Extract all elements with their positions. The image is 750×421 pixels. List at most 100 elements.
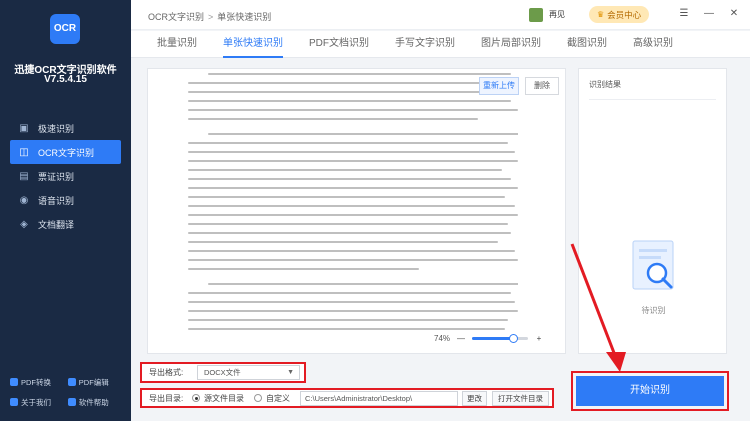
- breadcrumb-root[interactable]: OCR文字识别: [148, 12, 204, 22]
- about-link[interactable]: 关于我们: [10, 394, 65, 410]
- help-link[interactable]: 软件帮助: [67, 394, 123, 410]
- start-button-highlight: 开始识别: [571, 371, 729, 411]
- tab-advanced[interactable]: 高级识别: [620, 31, 686, 57]
- image-icon: ▣: [19, 122, 29, 134]
- document-text-line: [188, 118, 479, 120]
- minimize-icon[interactable]: —: [703, 8, 715, 19]
- vip-center-button[interactable]: ♛ 会员中心: [589, 6, 650, 23]
- tab-pdf[interactable]: PDF文档识别: [296, 31, 382, 57]
- radio-checked-icon: [192, 394, 200, 402]
- sidebar-links: PDF转换 PDF编辑 关于我们 软件帮助: [10, 374, 125, 414]
- reupload-button[interactable]: 重新上传: [479, 77, 519, 95]
- avatar[interactable]: [529, 7, 543, 22]
- document-text-line: [207, 133, 518, 135]
- window-controls: ☰ — ✕: [678, 8, 740, 19]
- ticket-icon: ▤: [19, 170, 29, 182]
- document-text-line: [188, 223, 509, 225]
- tab-handwriting[interactable]: 手写文字识别: [382, 31, 468, 57]
- mode-tabs: 批量识别 单张快速识别 PDF文档识别 手写文字识别 图片局部识别 截图识别 高…: [131, 31, 750, 58]
- document-text-line: [207, 283, 518, 285]
- app-logo: OCR: [50, 14, 80, 44]
- zoom-level: 74%: [434, 334, 451, 343]
- sidebar-nav: ▣ 极速识别 ◫ OCR文字识别 ▤ 票证识别 ◉ 语音识别 ◈ 文档翻译: [0, 116, 131, 236]
- document-text-line: [188, 214, 518, 216]
- zoom-out-button[interactable]: —: [456, 334, 466, 343]
- chevron-down-icon: ▼: [287, 369, 294, 376]
- sidebar-item-label: 票证识别: [38, 171, 75, 182]
- zoom-slider-thumb[interactable]: [508, 334, 518, 343]
- username[interactable]: 再见: [549, 9, 565, 20]
- document-text-line: [188, 310, 518, 312]
- custom-directory-radio[interactable]: 自定义: [254, 393, 290, 404]
- tab-screenshot[interactable]: 截图识别: [554, 31, 620, 57]
- zoom-slider-fill: [472, 337, 514, 340]
- document-text-line: [188, 328, 505, 330]
- export-format-label: 导出格式:: [149, 368, 184, 377]
- breadcrumb-separator: >: [208, 12, 214, 22]
- document-text-line: [188, 196, 505, 198]
- tab-single-quick[interactable]: 单张快速识别: [210, 31, 296, 58]
- translate-icon: ◈: [20, 218, 28, 230]
- document-text-line: [188, 160, 518, 162]
- document-text-line: [188, 292, 512, 294]
- start-recognition-button[interactable]: 开始识别: [576, 376, 724, 406]
- divider: [589, 99, 716, 100]
- document-text-line: [188, 232, 512, 234]
- zoom-control: 74% — +: [434, 334, 544, 343]
- document-text-line: [188, 301, 515, 303]
- sidebar: OCR 迅捷OCR文字识别软件 V7.5.4.15 ▣ 极速识别 ◫ OCR文字…: [0, 0, 131, 421]
- export-path-field[interactable]: [300, 390, 458, 406]
- document-text-line: [188, 241, 499, 243]
- ocr-icon: ◫: [19, 146, 29, 158]
- document-text-line: [188, 259, 518, 261]
- link-label: PDF编辑: [78, 377, 109, 387]
- close-icon[interactable]: ✕: [728, 8, 740, 19]
- document-text-line: [188, 91, 505, 93]
- link-label: 软件帮助: [78, 397, 109, 407]
- tab-batch[interactable]: 批量识别: [131, 31, 210, 57]
- menu-icon[interactable]: ☰: [678, 8, 690, 19]
- sidebar-item-label: 语音识别: [38, 195, 75, 206]
- sidebar-item-label: 文档翻译: [38, 219, 75, 230]
- tab-partial-image[interactable]: 图片局部识别: [468, 31, 554, 57]
- radio-label: 自定义: [266, 393, 290, 403]
- document-text-line: [188, 142, 509, 144]
- breadcrumb: OCR文字识别 > 单张快速识别: [148, 10, 271, 23]
- zoom-slider[interactable]: [472, 334, 529, 343]
- radio-label: 源文件目录: [204, 393, 244, 403]
- document-text-line: [188, 100, 512, 102]
- sidebar-item-label: 极速识别: [38, 123, 75, 134]
- sidebar-item-ocr[interactable]: ◫ OCR文字识别: [10, 140, 121, 164]
- delete-button[interactable]: 删除: [525, 77, 559, 95]
- breadcrumb-current: 单张快速识别: [217, 12, 272, 22]
- pdf-convert-icon: [10, 378, 18, 386]
- document-text-line: [188, 268, 419, 270]
- result-title: 识别结果: [589, 80, 621, 89]
- zoom-in-button[interactable]: +: [534, 334, 544, 343]
- link-label: PDF转换: [21, 377, 51, 387]
- document-text-line: [188, 169, 502, 171]
- sidebar-item-ticket[interactable]: ▤ 票证识别: [0, 164, 131, 188]
- document-text-line: [188, 205, 515, 207]
- sidebar-item-voice[interactable]: ◉ 语音识别: [0, 188, 131, 212]
- change-directory-button[interactable]: 更改: [462, 390, 487, 406]
- document-text-line: [188, 82, 518, 84]
- document-text-line: [188, 250, 515, 252]
- pdf-convert-link[interactable]: PDF转换: [10, 374, 65, 390]
- document-text-line: [188, 277, 518, 279]
- document-text-line: [188, 151, 515, 153]
- document-text-line: [207, 73, 512, 75]
- result-panel: 识别结果 待识别: [578, 68, 727, 354]
- sidebar-item-translate[interactable]: ◈ 文档翻译: [0, 212, 131, 236]
- microphone-icon: ◉: [19, 194, 29, 206]
- source-directory-radio[interactable]: 源文件目录: [192, 393, 244, 404]
- export-directory-label: 导出目录:: [149, 393, 184, 403]
- sidebar-item-fast-recognition[interactable]: ▣ 极速识别: [0, 116, 131, 140]
- document-text-line: [188, 109, 518, 111]
- document-text-line: [188, 187, 518, 189]
- sidebar-item-label: OCR文字识别: [38, 147, 94, 158]
- export-format-select[interactable]: DOCX文件 ▼: [197, 365, 300, 380]
- about-icon: [10, 398, 18, 406]
- pdf-edit-link[interactable]: PDF编辑: [67, 374, 123, 390]
- open-directory-button[interactable]: 打开文件目录: [492, 390, 549, 406]
